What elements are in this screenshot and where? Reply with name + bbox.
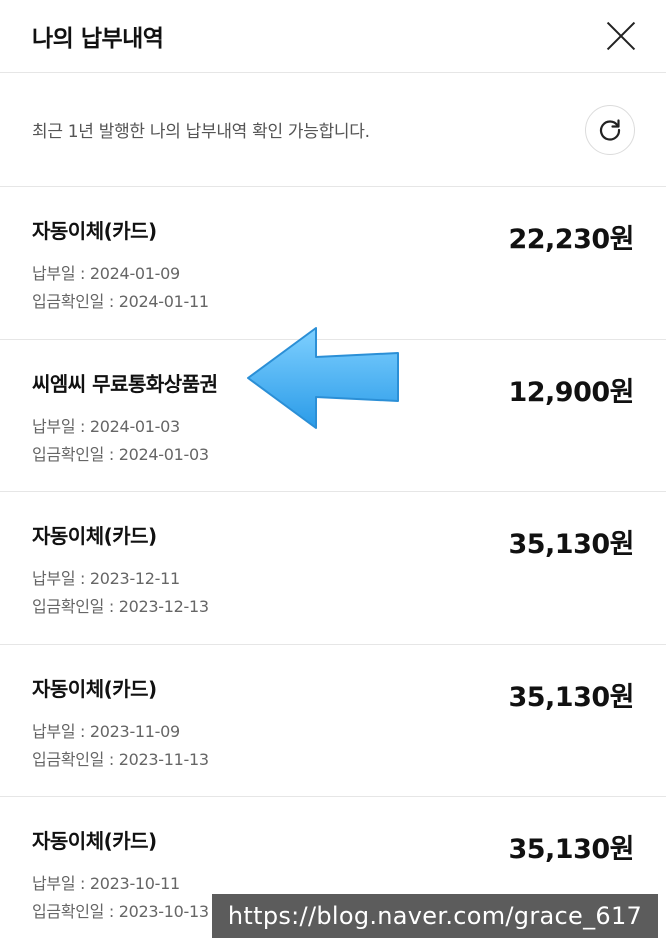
payment-title: 자동이체(카드)	[32, 524, 157, 548]
payment-title: 자동이체(카드)	[32, 676, 157, 701]
payment-list: 자동이체(카드) 22,230원 납부일 : 2024-01-09 입금확인일 …	[0, 187, 666, 946]
deposit-confirm-date: 입금확인일 : 2024-01-11	[32, 292, 209, 311]
payment-amount: 35,130원	[508, 834, 634, 865]
payment-date: 납부일 : 2023-10-11	[32, 874, 180, 893]
close-button[interactable]	[606, 21, 636, 51]
payment-amount: 35,130원	[508, 681, 634, 713]
notice-text: 최근 1년 발행한 나의 납부내역 확인 가능합니다.	[32, 122, 370, 142]
page-title: 나의 납부내역	[32, 26, 164, 52]
notice-bar: 최근 1년 발행한 나의 납부내역 확인 가능합니다.	[0, 73, 666, 187]
watermark: https://blog.naver.com/grace_617	[212, 894, 658, 938]
payment-amount: 35,130원	[508, 529, 634, 560]
refresh-icon	[599, 118, 621, 141]
payment-date: 납부일 : 2024-01-03	[32, 416, 180, 436]
payment-item[interactable]: 자동이체(카드) 35,130원 납부일 : 2023-11-09 입금확인일 …	[0, 645, 666, 797]
payment-date: 납부일 : 2024-01-09	[32, 264, 180, 283]
refresh-button[interactable]	[585, 104, 635, 155]
payment-amount: 22,230원	[508, 224, 634, 255]
payment-item[interactable]: 자동이체(카드) 35,130원 납부일 : 2023-12-11 입금확인일 …	[0, 492, 666, 645]
payment-date: 납부일 : 2023-11-09	[32, 721, 180, 741]
deposit-confirm-date: 입금확인일 : 2024-01-03	[32, 444, 209, 464]
payment-title: 자동이체(카드)	[32, 219, 157, 243]
payment-title: 씨엠씨 무료통화상품권	[32, 371, 218, 396]
payment-date: 납부일 : 2023-12-11	[32, 569, 180, 588]
deposit-confirm-date: 입금확인일 : 2023-11-13	[32, 749, 209, 769]
deposit-confirm-date: 입금확인일 : 2023-12-13	[32, 597, 209, 616]
left-arrow-icon	[247, 327, 399, 429]
deposit-confirm-date: 입금확인일 : 2023-10-13	[32, 902, 209, 921]
payment-item[interactable]: 자동이체(카드) 22,230원 납부일 : 2024-01-09 입금확인일 …	[0, 187, 666, 340]
payment-amount: 12,900원	[508, 376, 634, 408]
payment-title: 자동이체(카드)	[32, 829, 157, 853]
header: 나의 납부내역	[0, 0, 666, 73]
